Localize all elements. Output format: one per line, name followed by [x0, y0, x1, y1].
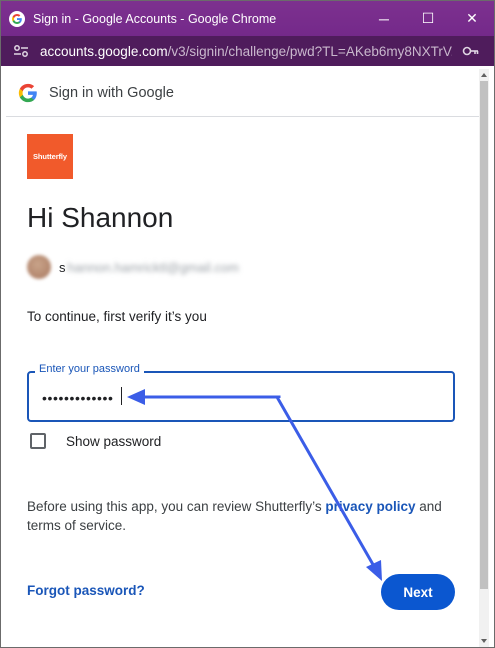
url-path: /v3/signin/challenge/pwd?TL=AKeb6my8NXTr… [167, 43, 452, 59]
window-controls: ─ ☐ ✕ [362, 1, 494, 36]
browser-window: Sign in - Google Accounts - Google Chrom… [0, 0, 495, 648]
scroll-up-arrow-icon[interactable] [481, 73, 487, 77]
google-favicon-icon [9, 10, 25, 27]
verify-instruction: To continue, first verify it’s you [27, 309, 207, 324]
show-password-label[interactable]: Show password [66, 434, 161, 449]
scrollbar-thumb[interactable] [480, 81, 488, 589]
email-redacted: hannon.hamricktl@gmail.com [67, 259, 239, 275]
password-value: ••••••••••••• [42, 390, 114, 406]
maximize-button[interactable]: ☐ [406, 1, 450, 36]
minimize-button[interactable]: ─ [362, 1, 406, 36]
avatar [27, 255, 51, 279]
window-title: Sign in - Google Accounts - Google Chrom… [33, 11, 277, 26]
privacy-policy-link[interactable]: privacy policy [325, 499, 415, 514]
google-logo-icon [18, 83, 37, 102]
text-caret [121, 387, 122, 405]
shutterfly-logo: Shutterfly [27, 134, 73, 179]
show-password-toggle[interactable]: Show password [30, 433, 161, 449]
password-label: Enter your password [35, 363, 144, 375]
close-button[interactable]: ✕ [450, 1, 494, 36]
greeting-heading: Hi Shannon [27, 202, 174, 233]
terms-text: Before using this app, you can review Sh… [27, 497, 447, 535]
url-host: accounts.google.com [40, 43, 168, 59]
header-text: Sign in with Google [49, 84, 174, 101]
terms-middle: and [415, 499, 442, 514]
logo-text: Shutterfly [32, 152, 67, 161]
scroll-down-arrow-icon[interactable] [481, 639, 487, 643]
next-button[interactable]: Next [381, 574, 455, 610]
sign-in-page: Sign in with Google Shutterfly Hi Shanno… [6, 69, 489, 647]
sign-in-header: Sign in with Google [6, 69, 482, 117]
show-password-checkbox[interactable] [30, 433, 46, 449]
scrollbar[interactable] [479, 69, 489, 647]
terms-of-service-text: terms of service. [27, 518, 127, 533]
site-info-icon[interactable] [12, 42, 30, 60]
forgot-password-link[interactable]: Forgot password? [27, 583, 145, 598]
address-bar[interactable]: accounts.google.com/v3/signin/challenge/… [1, 36, 494, 66]
email-first-char: s [59, 259, 66, 275]
password-key-icon[interactable] [462, 43, 480, 59]
title-bar: Sign in - Google Accounts - Google Chrom… [1, 1, 494, 36]
url-text[interactable]: accounts.google.com/v3/signin/challenge/… [40, 44, 452, 59]
terms-prefix: Before using this app, you can review Sh… [27, 499, 326, 514]
account-chip[interactable]: s hannon.hamricktl@gmail.com [27, 255, 239, 279]
